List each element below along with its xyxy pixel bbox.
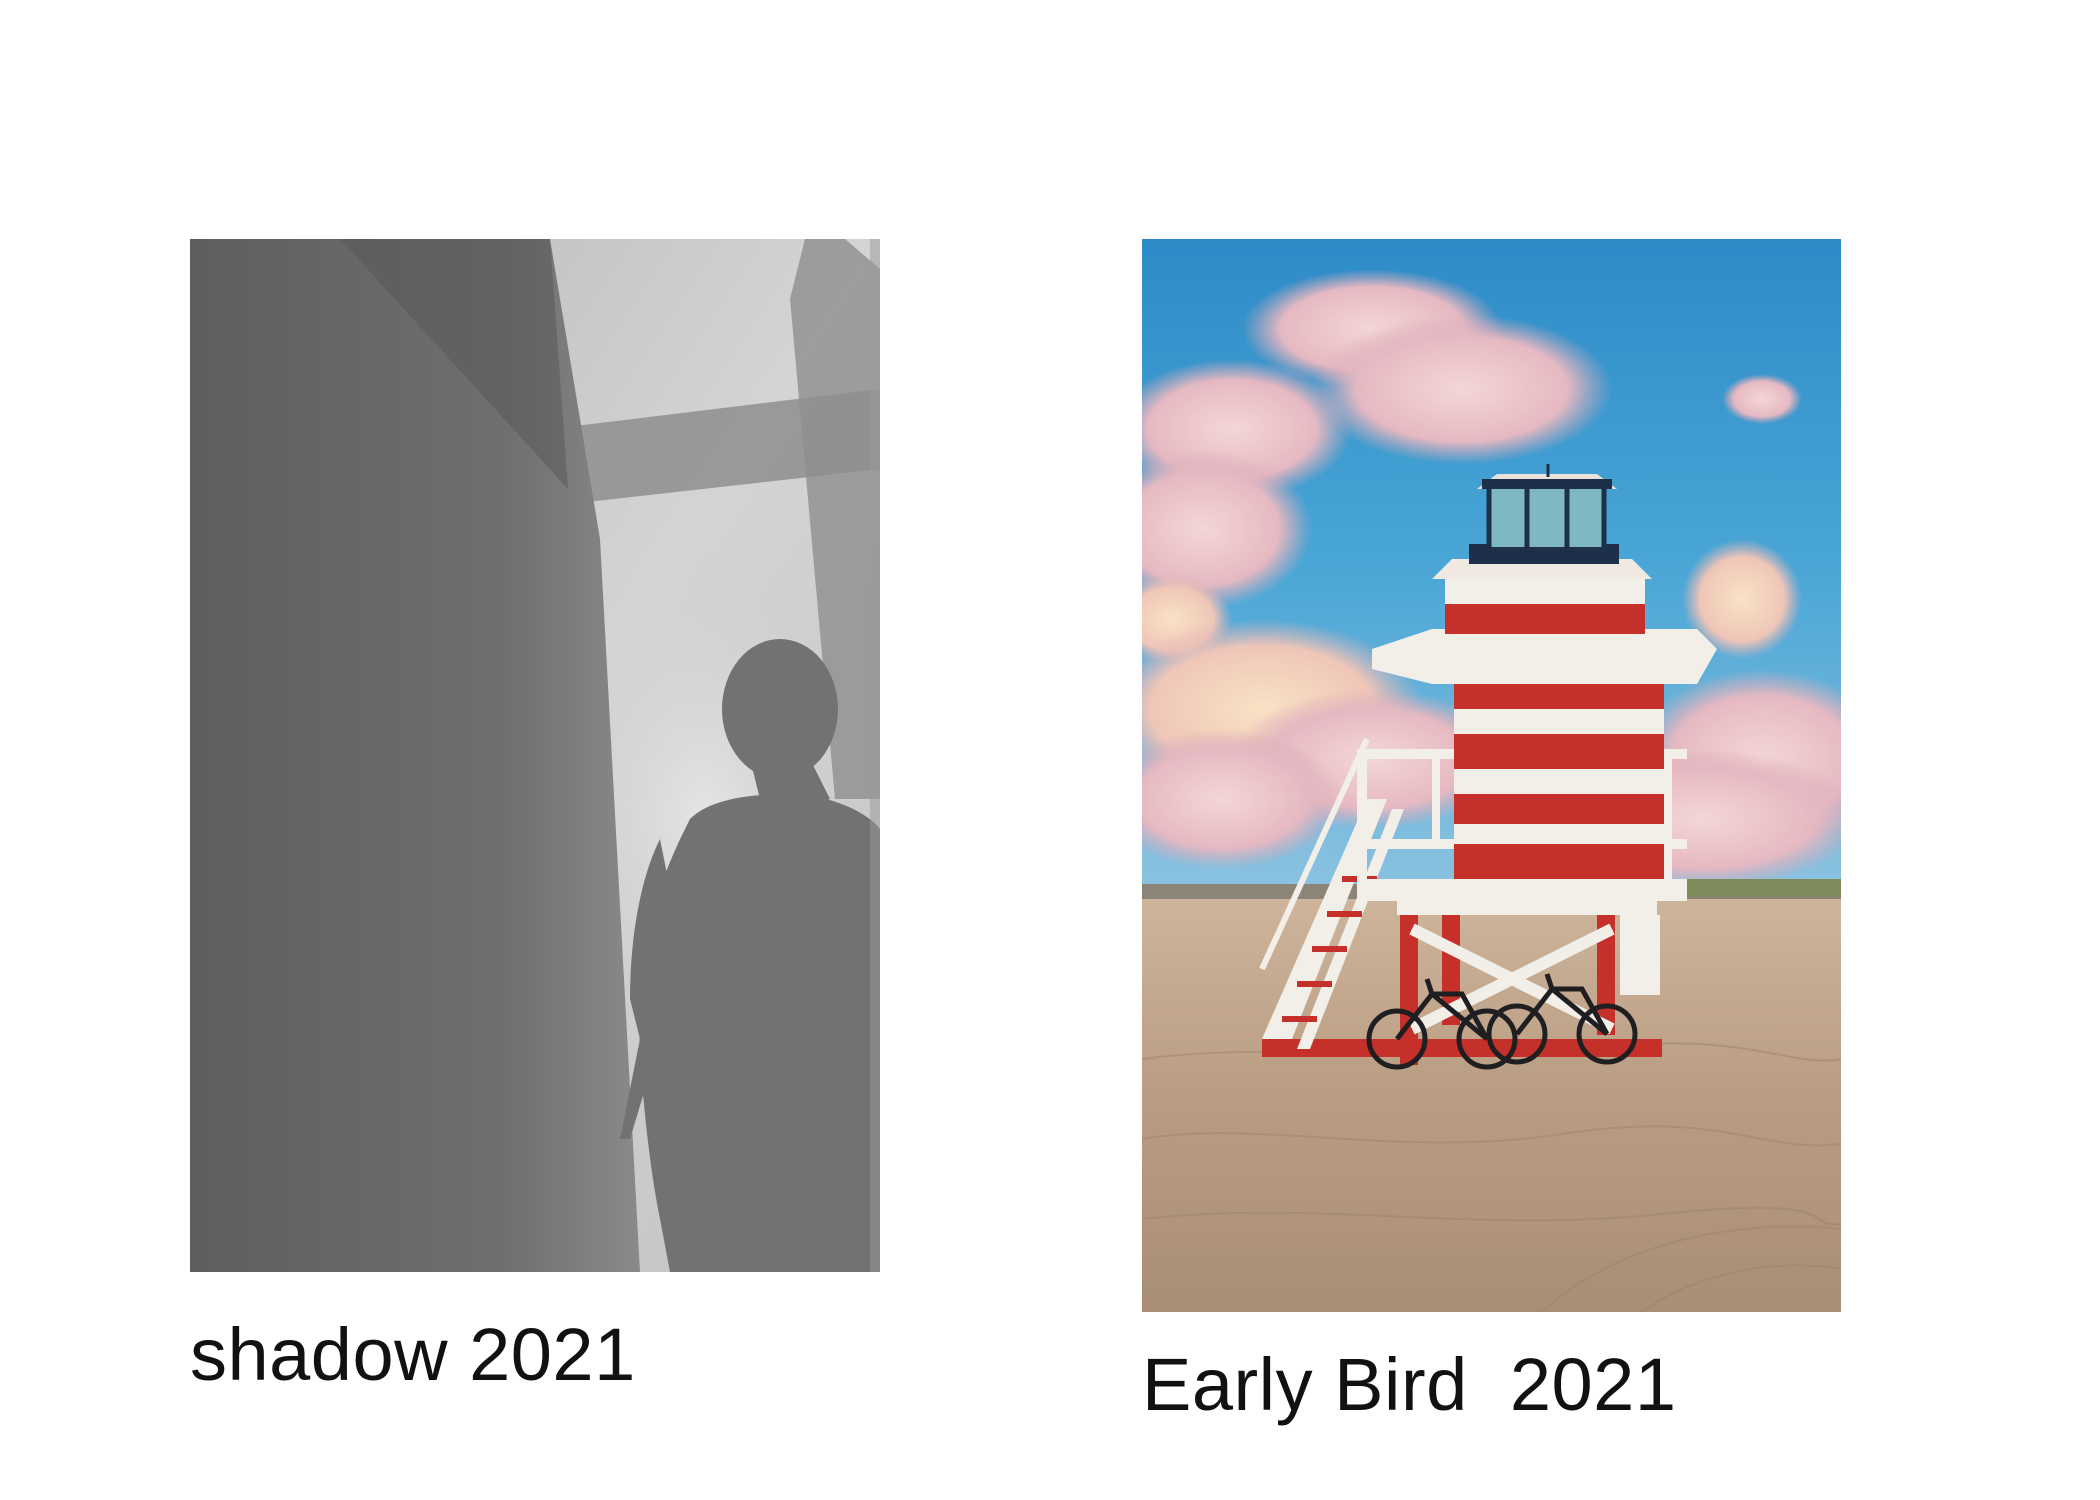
caption-early-bird: Early Bird 2021 [1142, 1343, 1677, 1426]
early-bird-photo-image [1142, 239, 1841, 1312]
caption-shadow: shadow 2021 [190, 1313, 636, 1396]
photo-shadow [190, 239, 880, 1272]
photo-early-bird [1142, 239, 1841, 1312]
shadow-photo-image [190, 239, 880, 1272]
